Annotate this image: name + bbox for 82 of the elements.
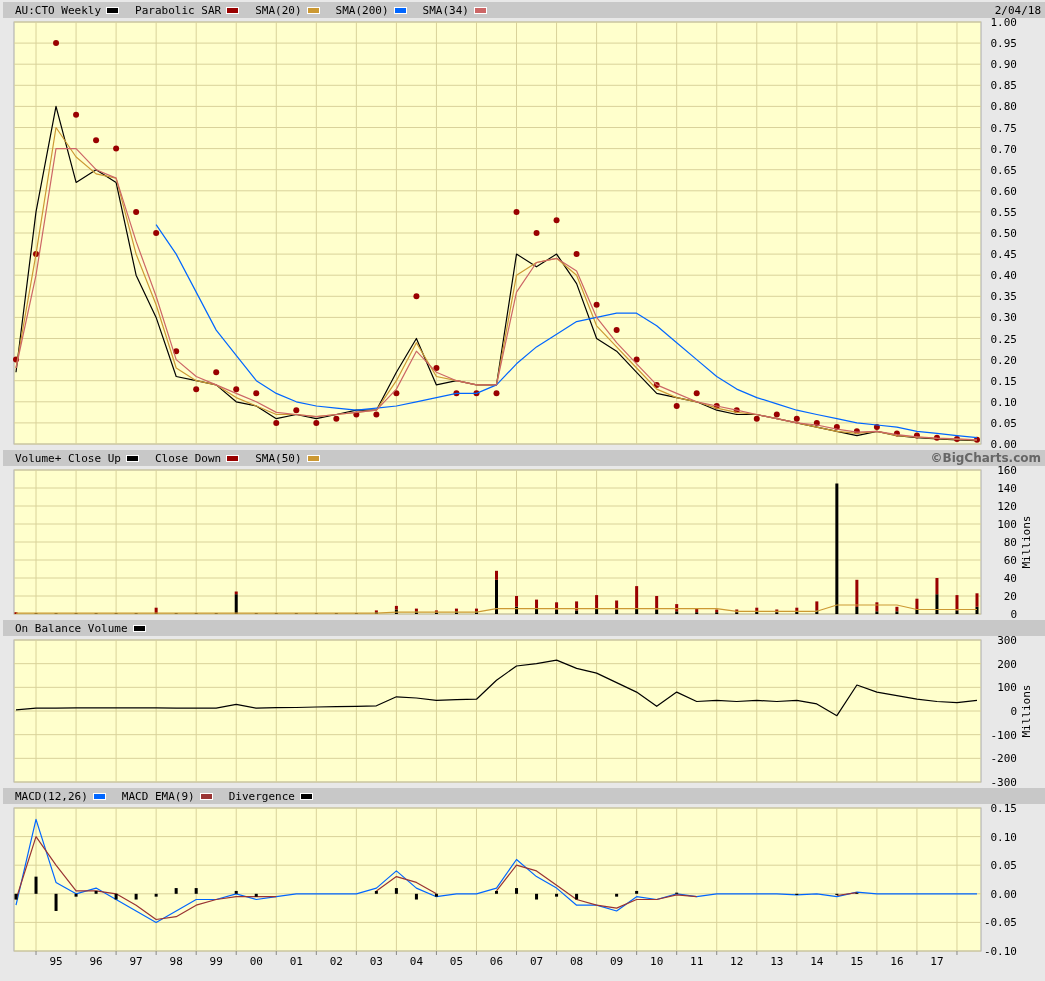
- axis-tick-label: 99: [209, 955, 223, 968]
- axis-tick-label: 15: [850, 955, 864, 968]
- axis-tick-label: 12: [730, 955, 744, 968]
- axis-tick-label: 140: [997, 482, 1017, 495]
- axis-tick-label: 0.65: [990, 163, 1017, 177]
- axis-tick-label: 60: [1003, 554, 1017, 567]
- legend-label: Close Down: [154, 451, 222, 465]
- axis-tick-label: 40: [1003, 572, 1017, 585]
- axis-tick-label: -100: [990, 728, 1017, 742]
- axis-tick-label: 0.00: [990, 887, 1017, 901]
- axis-tick-label: 1.00: [990, 18, 1017, 29]
- axis-tick-label: 0: [1010, 608, 1017, 618]
- legend-label: MACD(12,26): [15, 789, 88, 803]
- axis-tick-label: 0.45: [990, 248, 1017, 262]
- axis-title: Millions: [1020, 684, 1033, 738]
- axis-tick-label: 04: [409, 955, 424, 968]
- axis-tick-label: 09: [610, 955, 624, 968]
- axis-title: Millions: [1020, 515, 1033, 569]
- legend-label: Volume+ Close Up: [15, 451, 121, 465]
- axis-tick-label: 0.85: [990, 79, 1017, 93]
- axis-tick-label: 0.00: [990, 438, 1017, 448]
- legend-label: Parabolic SAR: [135, 3, 222, 17]
- axis-tick-label: 16: [890, 955, 904, 968]
- axis-tick-label: 14: [810, 955, 824, 968]
- axis-tick-label: -0.05: [983, 916, 1017, 930]
- axis-tick-label: 0.10: [990, 830, 1017, 844]
- legend-label: Divergence: [228, 789, 295, 803]
- axis-tick-label: 17: [930, 955, 944, 968]
- axis-tick-label: 97: [129, 955, 143, 968]
- axis-tick-label: 0.20: [990, 353, 1017, 367]
- axis-tick-label: 0.60: [990, 184, 1017, 198]
- axis-tick-label: 120: [997, 500, 1017, 513]
- axis-tick-label: 07: [529, 955, 544, 968]
- axis-tick-label: 0.80: [990, 100, 1017, 114]
- chart-date: 2/04/18: [994, 3, 1041, 17]
- axis-tick-label: 0.05: [990, 859, 1017, 873]
- axis-tick-label: 02: [329, 955, 343, 968]
- axis-tick-label: 0.15: [990, 374, 1017, 388]
- axis-tick-label: 08: [569, 955, 584, 968]
- axis-tick-label: 300: [997, 636, 1017, 647]
- axis-tick-label: 96: [89, 955, 103, 968]
- axis-tick-label: 00: [249, 955, 263, 968]
- legend-label: MACD EMA(9): [121, 789, 195, 803]
- axis-tick-label: 11: [690, 955, 704, 968]
- axis-tick-label: -200: [990, 752, 1017, 766]
- axis-tick-label: 0.70: [990, 142, 1017, 156]
- site-credit: ©BigCharts.com: [930, 451, 1041, 465]
- legend-label: SMA(200): [335, 3, 389, 17]
- axis-tick-label: 06: [489, 955, 504, 968]
- axis-tick-label: 98: [169, 955, 183, 968]
- axis-tick-label: -0.10: [983, 945, 1017, 958]
- axis-tick-label: 0.30: [990, 311, 1017, 325]
- axis-tick-label: 05: [449, 955, 464, 968]
- axis-tick-label: 10: [650, 955, 664, 968]
- axis-tick-label: 80: [1003, 536, 1017, 549]
- axis-tick-label: 0.50: [990, 227, 1017, 240]
- axis-tick-label: 0.15: [990, 804, 1017, 815]
- axis-tick-label: 0.05: [990, 416, 1017, 430]
- legend-label: SMA(20): [255, 3, 302, 17]
- legend-label: AU:CTO Weekly: [15, 3, 102, 17]
- axis-tick-label: 200: [997, 657, 1017, 671]
- axis-tick-label: 0.10: [990, 395, 1017, 409]
- legend-label: SMA(34): [422, 3, 469, 17]
- axis-tick-label: 13: [770, 955, 784, 968]
- axis-tick-label: 0.40: [990, 269, 1017, 283]
- axis-tick-label: -300: [990, 776, 1017, 786]
- axis-tick-label: 0.55: [990, 205, 1017, 219]
- axis-tick-label: 0.95: [990, 37, 1017, 51]
- axis-tick-label: 100: [997, 518, 1017, 531]
- axis-tick-label: 0.35: [990, 290, 1017, 304]
- axis-tick-label: 100: [997, 681, 1017, 695]
- axis-tick-label: 20: [1003, 590, 1017, 603]
- axis-tick-label: 0: [1010, 705, 1017, 718]
- legend-label: SMA(50): [255, 451, 302, 465]
- axis-tick-label: 03: [369, 955, 383, 968]
- axis-tick-label: 0.75: [990, 121, 1017, 135]
- legend-label: On Balance Volume: [15, 621, 128, 635]
- axis-tick-label: 0.90: [990, 58, 1017, 72]
- axis-tick-label: 160: [997, 466, 1017, 477]
- axis-tick-label: 0.25: [990, 332, 1017, 346]
- axis-tick-label: 95: [49, 955, 63, 968]
- axis-tick-label: 01: [289, 955, 303, 968]
